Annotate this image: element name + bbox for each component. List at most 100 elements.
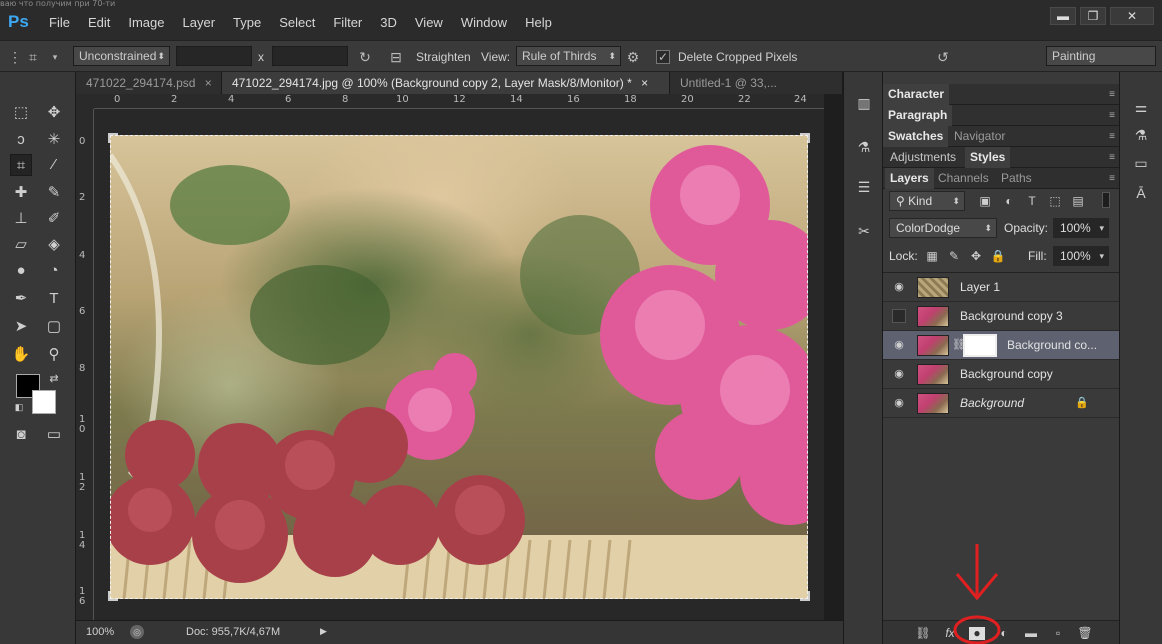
tab-layers[interactable]: Layers	[885, 168, 934, 189]
paint-icon[interactable]: ▭	[1130, 152, 1152, 174]
new-group-icon[interactable]: ▬	[1023, 625, 1039, 641]
height-input[interactable]	[272, 46, 348, 66]
path-selection-icon[interactable]: ➤	[10, 316, 32, 338]
close-button[interactable]: ✕	[1110, 7, 1154, 25]
pixel-filter-icon[interactable]: ▣	[977, 193, 993, 209]
tab-swatches[interactable]: Swatches	[883, 126, 949, 147]
clone-source-icon[interactable]: ☰	[853, 176, 875, 198]
crop-handle[interactable]	[108, 591, 118, 601]
tab-character[interactable]: Character	[883, 84, 950, 105]
visibility-eye-icon[interactable]: ◉	[892, 280, 906, 294]
healing-brush-icon[interactable]: ✚	[10, 182, 32, 204]
background-color-swatch[interactable]	[32, 390, 56, 414]
hand-tool-icon[interactable]: ✋	[10, 344, 32, 366]
blur-tool-icon[interactable]: ●	[10, 260, 32, 282]
lock-all-icon[interactable]: 🔒	[990, 248, 1006, 264]
doc-tab-untitled[interactable]: Untitled-1 @ 33,...	[670, 72, 843, 94]
magic-wand-icon[interactable]: ✳	[43, 129, 65, 151]
paint-bucket-icon[interactable]: ◈	[43, 234, 65, 256]
menu-filter[interactable]: Filter	[333, 15, 362, 30]
delete-cropped-checkbox[interactable]: ✓	[656, 50, 670, 64]
doc-tab-psd[interactable]: 471022_294174.psd ×	[76, 72, 222, 94]
type-filter-icon[interactable]: T	[1024, 193, 1040, 209]
layer-row-selected[interactable]: ◉ ⛓ Background co...	[883, 331, 1119, 360]
filter-toggle[interactable]	[1102, 192, 1110, 208]
panel-menu-icon[interactable]: ≡	[1109, 152, 1115, 163]
layer-row[interactable]: ◉ Background 🔒	[883, 389, 1119, 418]
menu-view[interactable]: View	[415, 15, 443, 30]
width-input[interactable]	[176, 46, 252, 66]
menu-file[interactable]: File	[49, 15, 70, 30]
panel-menu-icon[interactable]: ≡	[1109, 89, 1115, 100]
default-colors-icon[interactable]: ◧	[8, 396, 30, 418]
chevron-down-icon[interactable]: ▾	[46, 48, 64, 66]
layer-mask-thumbnail[interactable]	[963, 334, 997, 357]
menu-layer[interactable]: Layer	[183, 15, 216, 30]
quick-mask-icon[interactable]: ◙	[10, 424, 32, 446]
close-tab-icon[interactable]: ×	[205, 76, 212, 90]
new-layer-icon[interactable]: ▫	[1050, 625, 1066, 641]
pen-tool-icon[interactable]: ✒	[10, 288, 32, 310]
smart-object-filter-icon[interactable]: ▤	[1070, 193, 1086, 209]
crop-tool-preset-icon[interactable]: ⌗	[24, 48, 42, 66]
minimize-button[interactable]: ▬	[1050, 7, 1076, 25]
panel-menu-icon[interactable]: ≡	[1109, 131, 1115, 142]
ratio-dropdown[interactable]: Unconstrained ⬍	[73, 46, 170, 66]
crop-handle[interactable]	[800, 591, 810, 601]
layer-row[interactable]: ◉ Layer 1	[883, 273, 1119, 302]
blend-mode-dropdown[interactable]: ColorDodge ⬍	[889, 218, 997, 238]
history-brush-icon[interactable]: ✐	[43, 208, 65, 230]
menu-help[interactable]: Help	[525, 15, 552, 30]
properties-sliders-icon[interactable]: ⚌	[1130, 96, 1152, 118]
eraser-icon[interactable]: ▱	[10, 234, 32, 256]
move-tool-icon[interactable]: ✥	[43, 102, 65, 124]
brush-presets-icon[interactable]: ⚗	[853, 136, 875, 158]
menu-type[interactable]: Type	[233, 15, 261, 30]
type-tool-icon[interactable]: T	[43, 288, 65, 310]
opacity-input[interactable]: 100% ▾	[1053, 218, 1109, 238]
lock-position-icon[interactable]: ✥	[968, 248, 984, 264]
tab-paragraph[interactable]: Paragraph	[883, 105, 953, 126]
status-menu-arrow[interactable]: ▶	[320, 626, 327, 637]
tab-styles[interactable]: Styles	[965, 147, 1011, 168]
visibility-eye-icon[interactable]: ◉	[892, 367, 906, 381]
tab-navigator[interactable]: Navigator	[949, 126, 1010, 147]
crop-handle[interactable]	[108, 133, 118, 143]
straighten-icon[interactable]: ⊟	[387, 48, 405, 66]
gear-icon[interactable]: ⚙	[624, 48, 642, 66]
reset-icon[interactable]: ↺	[934, 48, 952, 66]
tab-adjustments[interactable]: Adjustments	[885, 147, 961, 168]
crop-handle[interactable]	[800, 133, 810, 143]
tab-paths[interactable]: Paths	[996, 168, 1037, 189]
swap-colors-icon[interactable]: ⇄	[43, 368, 65, 390]
character-type-icon[interactable]: Ā	[1130, 182, 1152, 204]
crop-tool-icon[interactable]: ⌗	[10, 154, 32, 176]
panel-menu-icon[interactable]: ≡	[1109, 110, 1115, 121]
rectangle-tool-icon[interactable]: ▢	[43, 316, 65, 338]
brush-panel-icon[interactable]: ⚗	[1130, 124, 1152, 146]
restore-button[interactable]: ❐	[1080, 7, 1106, 25]
zoom-level[interactable]: 100%	[86, 626, 114, 638]
zoom-tool-icon[interactable]: ⚲	[43, 344, 65, 366]
close-tab-icon[interactable]: ×	[641, 76, 648, 90]
menu-edit[interactable]: Edit	[88, 15, 110, 30]
brush-tool-icon[interactable]: ✎	[43, 182, 65, 204]
layer-row[interactable]: ◉ Background copy	[883, 360, 1119, 389]
menu-window[interactable]: Window	[461, 15, 507, 30]
eyedropper-icon[interactable]: ⁄	[43, 154, 65, 176]
lasso-tool-icon[interactable]: ↄ	[10, 129, 32, 151]
filter-kind-dropdown[interactable]: ⚲ Kind ⬍	[889, 191, 965, 211]
doc-tab-jpg[interactable]: 471022_294174.jpg @ 100% (Background cop…	[222, 72, 670, 94]
screen-mode-icon[interactable]: ▭	[43, 424, 65, 446]
link-layers-icon[interactable]: ⛓	[915, 625, 931, 641]
visibility-toggle-off[interactable]	[892, 309, 906, 323]
visibility-eye-icon[interactable]: ◉	[892, 396, 906, 410]
marquee-tool-icon[interactable]: ⬚	[10, 102, 32, 124]
fill-input[interactable]: 100% ▾	[1053, 246, 1109, 266]
tab-channels[interactable]: Channels	[933, 168, 994, 189]
panel-menu-icon[interactable]: ≡	[1109, 173, 1115, 184]
adjustment-filter-icon[interactable]: ◐	[1001, 193, 1017, 209]
layer-row[interactable]: Background copy 3	[883, 302, 1119, 331]
workspace-switcher[interactable]: Painting	[1046, 46, 1156, 66]
menu-select[interactable]: Select	[279, 15, 315, 30]
